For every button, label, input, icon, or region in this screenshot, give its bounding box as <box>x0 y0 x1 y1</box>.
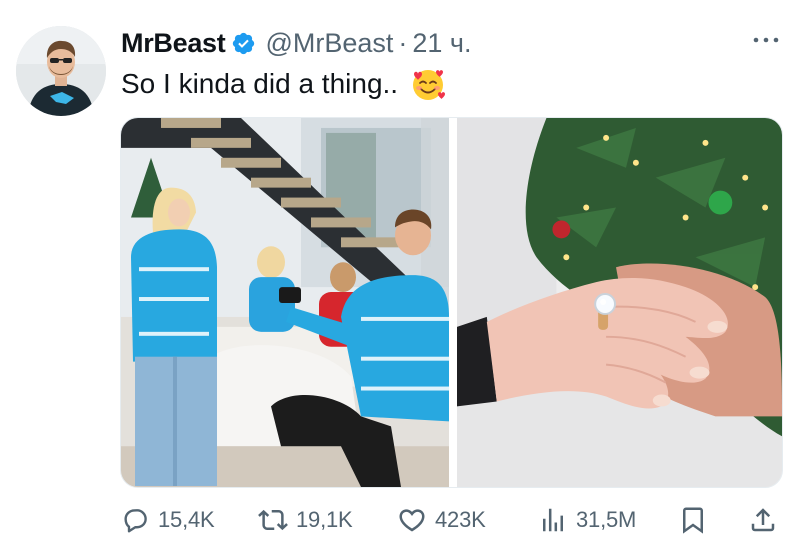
media-photo-2[interactable] <box>457 118 782 487</box>
verified-badge-icon[interactable] <box>231 31 256 56</box>
media-grid <box>120 117 783 488</box>
more-options-icon[interactable] <box>750 30 782 50</box>
share-icon <box>751 508 775 532</box>
repost-icon <box>258 509 288 531</box>
tweet-header: MrBeast @MrBeast · 21 ч. <box>121 26 471 60</box>
smiling-face-with-hearts-emoji-icon <box>413 70 446 100</box>
views-count: 31,5M <box>576 507 637 532</box>
author-handle[interactable]: @MrBeast <box>265 28 393 59</box>
photo-ring-hands-icon <box>457 118 782 487</box>
action-bar: 15,4K 19,1K 423K 31,5M <box>120 500 783 540</box>
author-name[interactable]: MrBeast <box>121 28 226 59</box>
reply-count: 15,4K <box>158 507 215 532</box>
like-count: 423K <box>435 507 486 532</box>
tweet-body: So I kinda did a thing.. <box>121 68 399 99</box>
like-button[interactable]: 423K <box>397 500 486 540</box>
media-photo-1[interactable] <box>121 118 449 487</box>
reply-icon <box>124 509 147 533</box>
timestamp[interactable]: 21 ч. <box>412 28 471 59</box>
reply-button[interactable]: 15,4K <box>120 500 215 540</box>
photo-proposal-icon <box>121 118 449 487</box>
views-chart-icon <box>543 508 563 532</box>
profile-photo <box>16 26 106 116</box>
bookmark-button[interactable] <box>678 500 708 540</box>
heart-icon <box>399 509 425 532</box>
tweet-text: So I kinda did a thing.. <box>121 64 446 104</box>
share-button[interactable] <box>748 500 778 540</box>
avatar[interactable] <box>16 26 106 116</box>
separator-dot: · <box>398 27 408 58</box>
bookmark-icon <box>683 507 703 534</box>
views-button[interactable]: 31,5M <box>538 500 636 540</box>
repost-count: 19,1K <box>296 507 353 532</box>
repost-button[interactable]: 19,1K <box>258 500 353 540</box>
